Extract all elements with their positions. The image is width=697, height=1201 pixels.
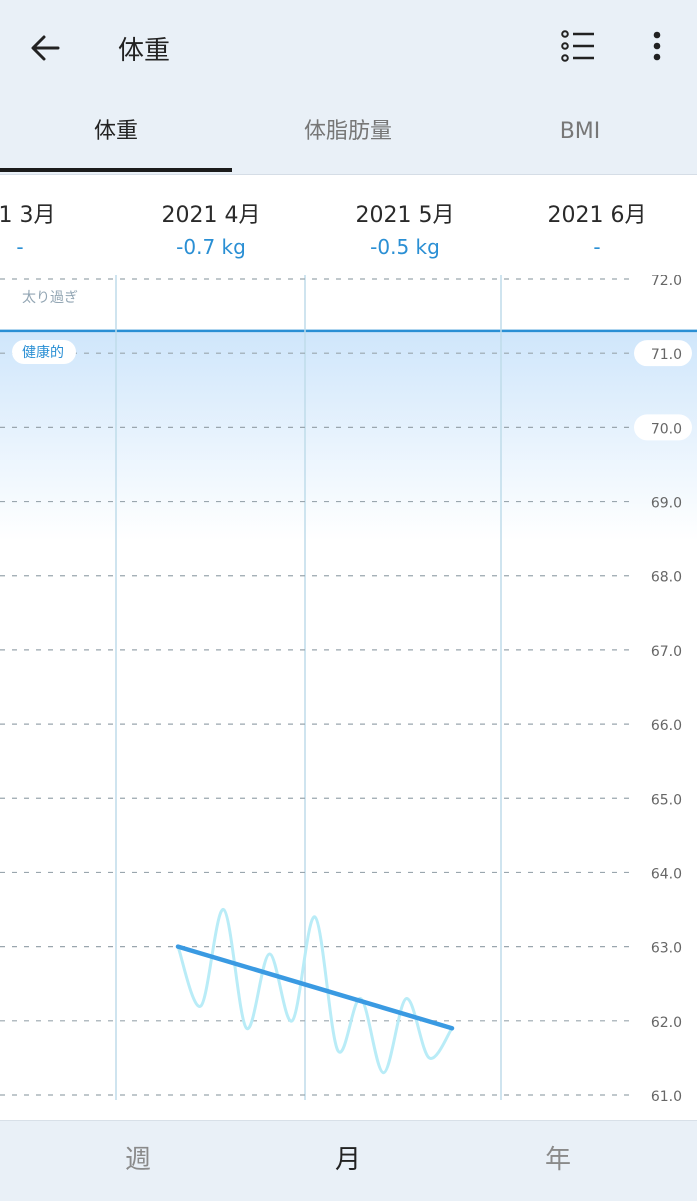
tab-weight[interactable]: 体重	[0, 92, 232, 174]
weight-chart[interactable]: 太り過ぎ健康的 72.0 71.0 70.0 69.0 68.0 67.0 66.0 65.0…	[0, 275, 697, 1120]
arrow-left-icon	[31, 35, 60, 61]
period-delta: -	[16, 235, 24, 259]
app-bar: 体重	[0, 0, 697, 92]
period-year-button[interactable]: 年	[442, 1121, 674, 1201]
y-tick-label: 66.0	[651, 718, 682, 734]
y-tick-label: 65.0	[651, 792, 682, 808]
period-column[interactable]: 2021 5月 -0.5 kg	[305, 197, 505, 259]
y-tick-label: 63.0	[651, 941, 682, 957]
zone-label-healthy: 健康的	[22, 344, 64, 361]
healthy-zone-band	[0, 330, 697, 541]
tab-bmi[interactable]: BMI	[464, 92, 696, 174]
zone-label-overweight: 太り過ぎ	[22, 290, 78, 306]
period-column[interactable]: 21 3月 -	[0, 197, 120, 259]
list-view-button[interactable]	[556, 24, 600, 68]
back-button[interactable]	[22, 26, 70, 70]
more-options-button[interactable]	[640, 24, 674, 68]
period-column[interactable]: 2021 4月 -0.7 kg	[111, 197, 311, 259]
y-tick-label: 69.0	[651, 496, 682, 512]
list-icon	[561, 30, 594, 62]
more-vertical-icon	[653, 31, 661, 61]
period-delta: -0.7 kg	[176, 235, 246, 259]
period-delta: -0.5 kg	[370, 235, 440, 259]
y-tick-label: 62.0	[651, 1015, 682, 1031]
y-tick-label: 61.0	[651, 1089, 682, 1105]
y-tick-label: 70.0	[651, 421, 682, 437]
y-tick-label: 72.0	[651, 275, 682, 289]
period-row: 21 3月 - 2021 4月 -0.7 kg 2021 5月 -0.5 kg …	[0, 175, 697, 275]
active-tab-indicator	[0, 168, 232, 172]
period-label: 2021 4月	[161, 203, 261, 228]
weight-trend-line	[175, 944, 455, 1031]
period-week-button[interactable]: 週	[22, 1121, 254, 1201]
y-tick-label: 64.0	[651, 866, 682, 882]
tab-bar: 体重 体脂肪量 BMI	[0, 92, 697, 175]
daily-weight-line	[176, 908, 454, 1075]
y-tick-label: 68.0	[651, 570, 682, 586]
y-tick-label: 67.0	[651, 644, 682, 660]
period-switcher: 週 月 年	[0, 1120, 697, 1201]
period-delta: -	[593, 235, 601, 259]
period-label: 2021 5月	[355, 203, 455, 228]
tab-body-fat[interactable]: 体脂肪量	[232, 92, 464, 174]
y-tick-label: 71.0	[651, 347, 682, 363]
period-label: 21 3月	[0, 203, 56, 228]
period-column[interactable]: 2021 6月 -	[497, 197, 697, 259]
period-label: 2021 6月	[547, 203, 647, 228]
page-title: 体重	[118, 36, 171, 66]
period-month-button[interactable]: 月	[232, 1121, 464, 1201]
